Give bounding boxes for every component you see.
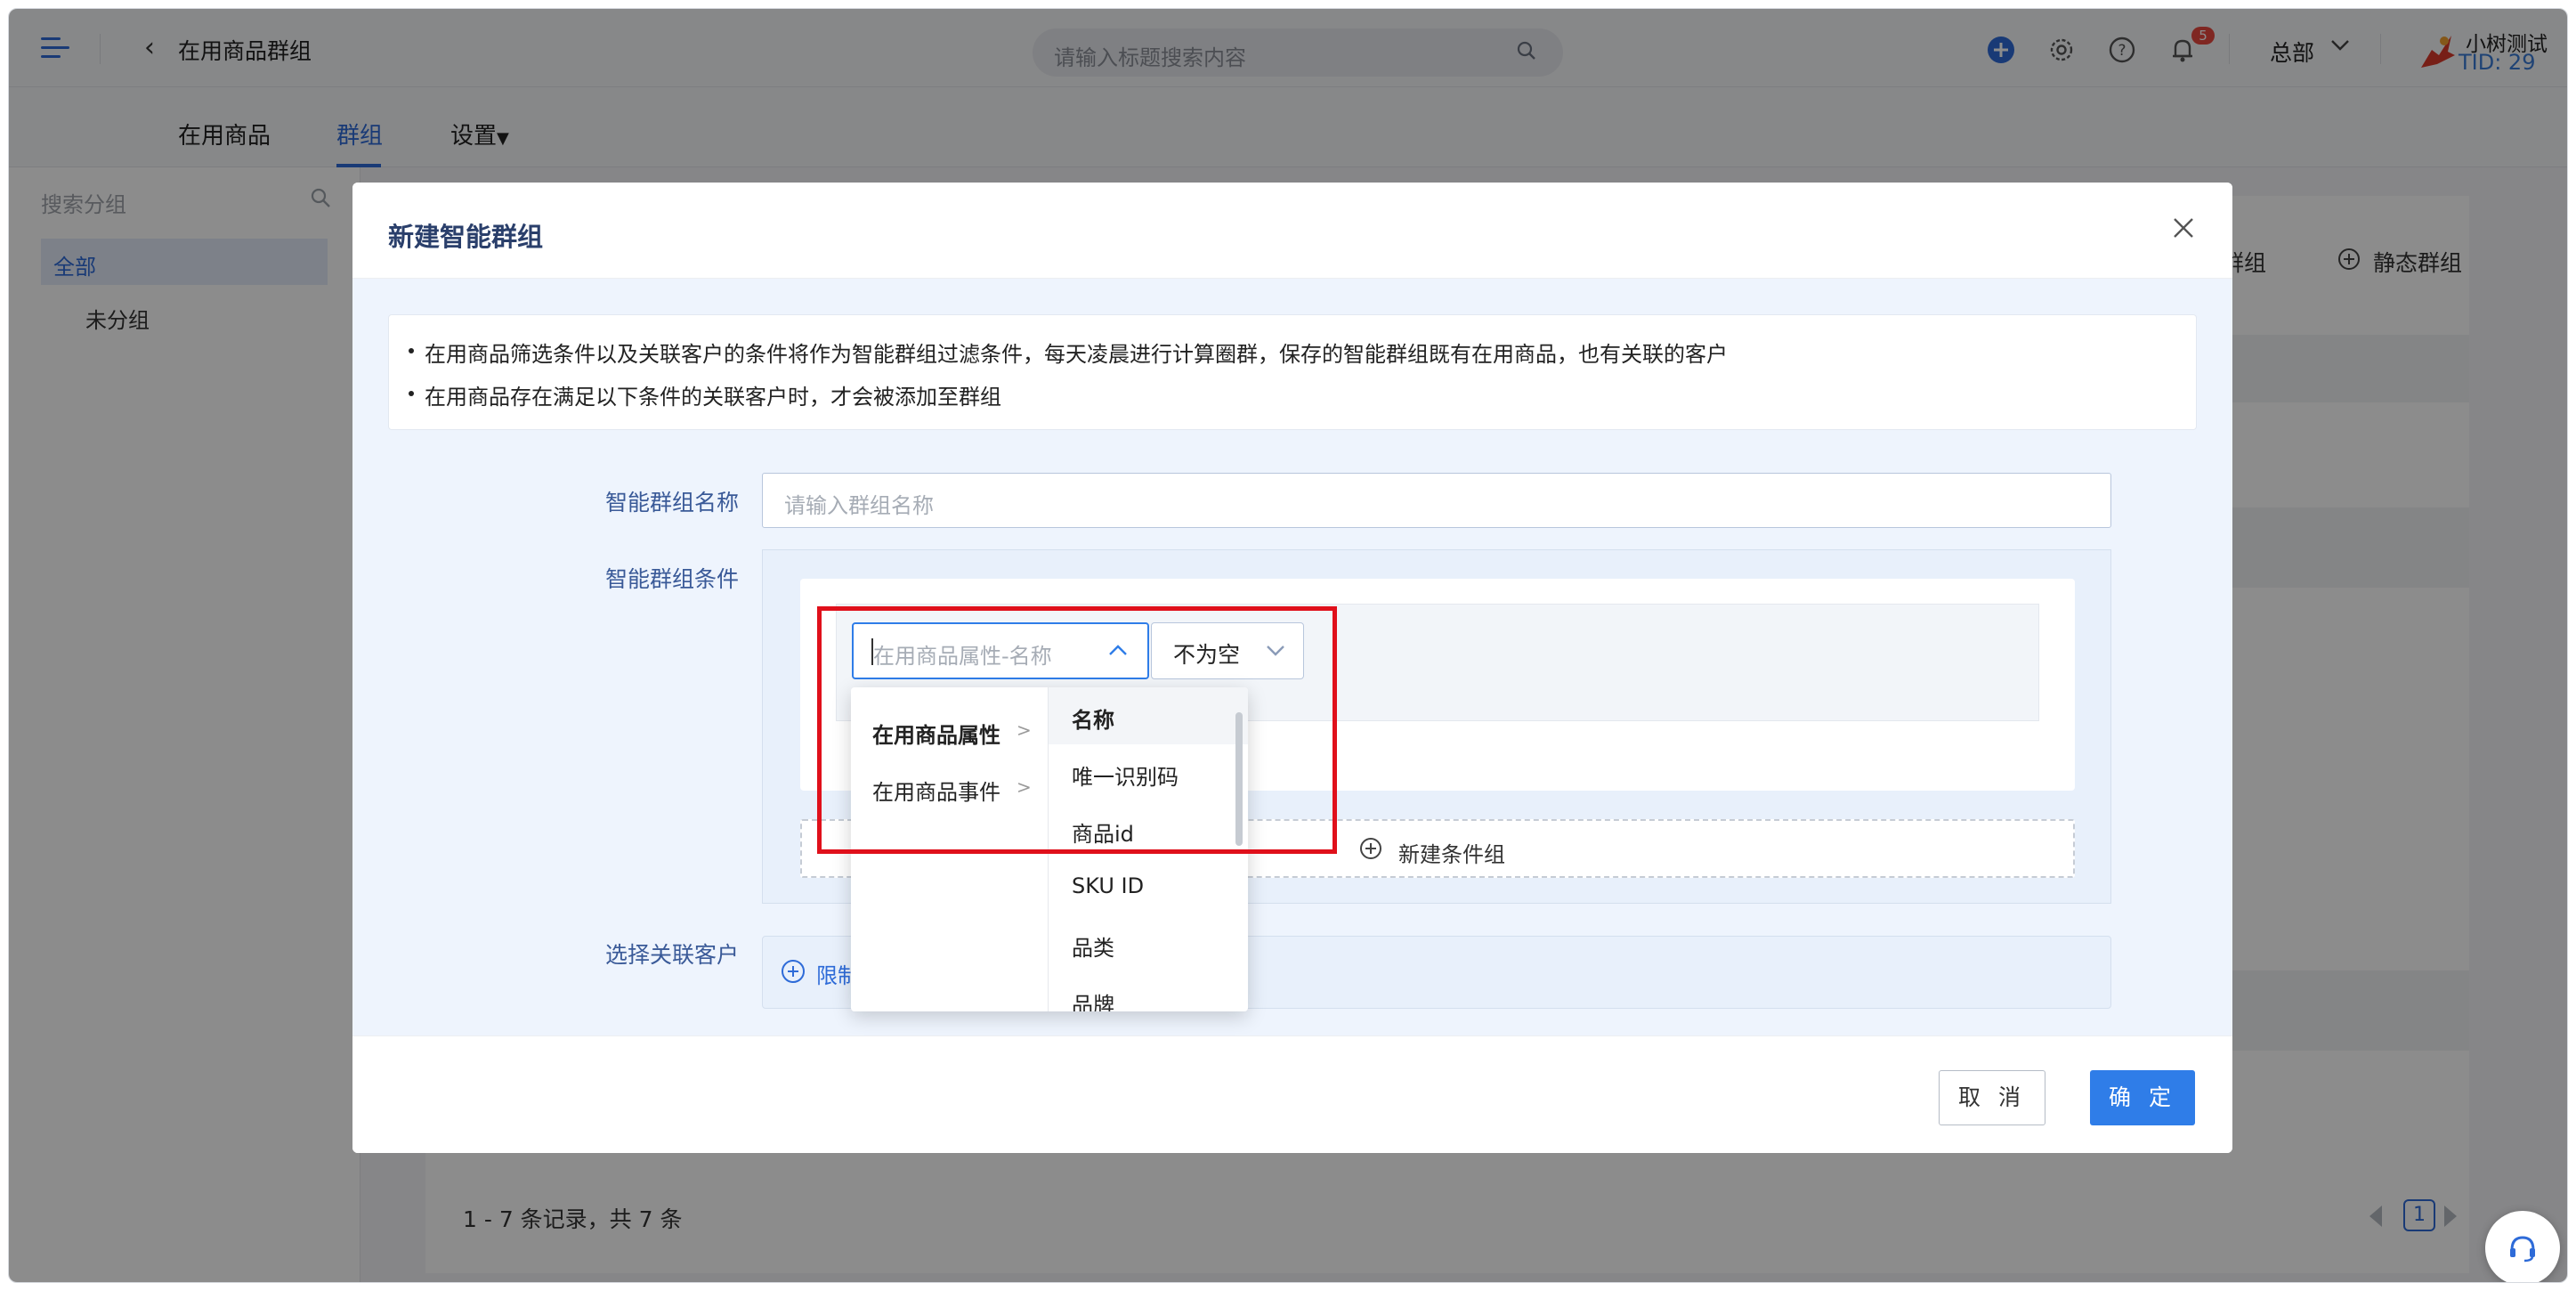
notice-line: 在用商品存在满足以下条件的关联客户时，才会被添加至群组 [425,385,1001,410]
info-notice: 在用商品筛选条件以及关联客户的条件将作为智能群组过滤条件，每天凌晨进行计算圈群，… [388,314,2197,430]
customer-label: 选择关联客户 [604,942,739,968]
app-window: ‹ 在用商品群组 请输入标题搜索内容 ? 5 总部 小树测试 TID: 29 在… [8,8,2568,1283]
condition-label: 智能群组条件 [604,566,739,592]
plus-circle-icon [1360,838,1381,859]
option-label: 品牌 [1072,993,1114,1011]
plus-circle-icon[interactable] [781,959,806,984]
cascader-option[interactable]: 品类 [1049,915,1248,972]
notice-line: 在用商品筛选条件以及关联客户的条件将作为智能群组过滤条件，每天凌晨进行计算圈群，… [425,342,1728,367]
dialog-header: 新建智能群组 [352,183,2232,279]
new-condition-group-label: 新建条件组 [1398,842,1505,867]
headset-icon [2510,1236,2535,1263]
cascader-option[interactable]: SKU ID [1049,858,1248,915]
customer-service-button[interactable] [2485,1211,2560,1282]
cascader-option[interactable]: 品牌 [1049,972,1248,1011]
group-name-input[interactable]: 请输入群组名称 [762,473,2111,528]
option-label: 品类 [1072,936,1114,961]
dialog-title: 新建智能群组 [388,222,544,252]
confirm-button[interactable]: 确 定 [2090,1070,2195,1125]
bullet [409,391,414,396]
cancel-button[interactable]: 取 消 [1939,1070,2045,1125]
name-label: 智能群组名称 [604,490,739,516]
bullet [409,348,414,353]
dialog-footer: 取 消 确 定 [352,1035,2232,1153]
close-icon[interactable] [2172,216,2195,240]
highlight-annotation [817,606,1337,854]
option-label: SKU ID [1072,873,1145,898]
group-name-placeholder: 请输入群组名称 [784,493,934,518]
